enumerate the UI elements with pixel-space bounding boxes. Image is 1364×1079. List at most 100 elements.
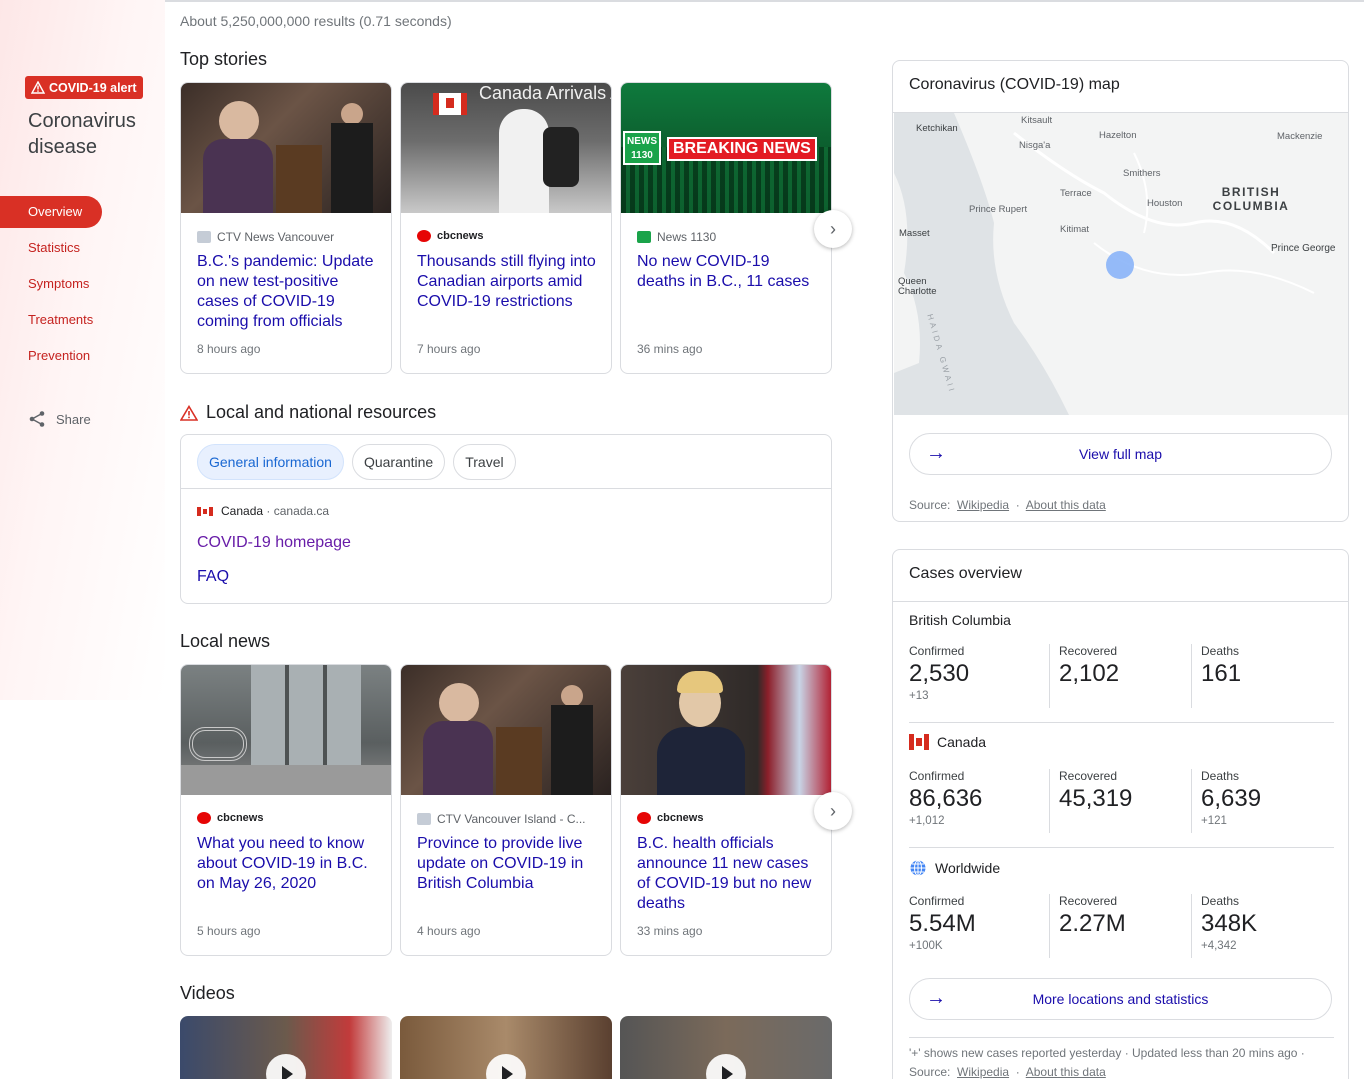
faq-link[interactable]: FAQ bbox=[197, 568, 229, 586]
news-thumbnail bbox=[181, 665, 391, 795]
nav-statistics[interactable]: Statistics bbox=[0, 232, 165, 264]
tab-general-information[interactable]: General information bbox=[197, 444, 344, 480]
cbc-logo-icon bbox=[637, 812, 651, 824]
news-headline[interactable]: What you need to know about COVID-19 in … bbox=[197, 834, 379, 894]
divider bbox=[181, 488, 831, 489]
canada-flag-icon bbox=[197, 506, 213, 516]
confirmed-value: 2,530 bbox=[909, 660, 970, 687]
nav-prevention[interactable]: Prevention bbox=[0, 340, 165, 372]
video-card[interactable] bbox=[400, 1016, 612, 1079]
news-thumbnail: NEWS 1130 BREAKING NEWS bbox=[621, 83, 831, 213]
map-label: Ketchikan bbox=[916, 123, 958, 134]
map-label: Prince George bbox=[1271, 243, 1336, 254]
news-card[interactable]: CTV News Vancouver B.C.'s pandemic: Upda… bbox=[180, 82, 392, 374]
videos-carousel bbox=[180, 1016, 832, 1079]
confirmed-label: Confirmed bbox=[909, 644, 965, 658]
covid-map[interactable]: Kitsault Ketchikan Nisga'a Hazelton Mack… bbox=[894, 113, 1348, 415]
cbc-logo-icon bbox=[417, 230, 431, 242]
top-stories-carousel: CTV News Vancouver B.C.'s pandemic: Upda… bbox=[180, 82, 832, 374]
resource-tabs: General information Quarantine Travel bbox=[197, 444, 516, 480]
video-card[interactable] bbox=[620, 1016, 832, 1079]
divider bbox=[1191, 644, 1192, 708]
divider bbox=[893, 601, 1348, 602]
news-source: News 1130 bbox=[637, 230, 822, 244]
news-card[interactable]: cbcnews What you need to know about COVI… bbox=[180, 664, 392, 956]
stats-british-columbia: Confirmed 2,530 +13 Recovered 2,102 Deaths 1… bbox=[909, 644, 1334, 708]
news-headline[interactable]: No new COVID-19 deaths in B.C., 11 cases bbox=[637, 252, 819, 292]
news-source: cbcnews bbox=[417, 230, 602, 242]
divider bbox=[909, 1037, 1334, 1038]
cases-source-line: Source: Wikipedia · About this data bbox=[909, 1065, 1106, 1079]
news-time: 8 hours ago bbox=[197, 342, 261, 356]
top-stories-next-button[interactable]: › bbox=[814, 210, 852, 248]
view-full-map-button[interactable]: → View full map bbox=[909, 433, 1332, 475]
deaths-value: 6,639 bbox=[1201, 785, 1262, 812]
news-source: CTV News Vancouver bbox=[197, 230, 382, 244]
covid-alert-badge: COVID-19 alert bbox=[25, 76, 143, 99]
news-card[interactable]: Canada Arrivals Arrivées Canada cbcnews … bbox=[400, 82, 612, 374]
image-sign-text: Canada Arrivals Arrivées Canada bbox=[479, 83, 611, 103]
divider bbox=[909, 847, 1334, 848]
map-source-line: Source: Wikipedia · About this data bbox=[909, 498, 1106, 512]
nav-symptoms[interactable]: Symptoms bbox=[0, 268, 165, 300]
news-card[interactable]: NEWS 1130 BREAKING NEWS News 1130 No new… bbox=[620, 82, 832, 374]
deaths-change: +121 bbox=[1201, 815, 1227, 827]
region-worldwide: Worldwide bbox=[909, 859, 1000, 877]
region-canada: Canada bbox=[909, 734, 986, 750]
map-label: Kitsault bbox=[1021, 115, 1053, 126]
map-label: Kitimat bbox=[1060, 224, 1090, 235]
news-headline[interactable]: Province to provide live update on COVID… bbox=[417, 834, 599, 894]
news-headline[interactable]: B.C.'s pandemic: Update on new test-posi… bbox=[197, 252, 379, 332]
map-label: Hazelton bbox=[1099, 130, 1137, 141]
news-time: 7 hours ago bbox=[417, 342, 481, 356]
chevron-right-icon: › bbox=[830, 800, 836, 821]
play-icon bbox=[486, 1054, 526, 1079]
news-time: 5 hours ago bbox=[197, 924, 261, 938]
covid-homepage-link[interactable]: COVID-19 homepage bbox=[197, 534, 351, 552]
ctv-logo-icon bbox=[417, 813, 431, 825]
news-card[interactable]: CTV Vancouver Island - C... Province to … bbox=[400, 664, 612, 956]
recovered-label: Recovered bbox=[1059, 769, 1118, 783]
map-label: Mackenzie bbox=[1277, 131, 1323, 142]
warning-icon bbox=[180, 404, 198, 421]
recovered-label: Recovered bbox=[1059, 894, 1118, 908]
play-icon bbox=[706, 1054, 746, 1079]
top-stories-heading: Top stories bbox=[180, 49, 268, 69]
news-thumbnail bbox=[401, 665, 611, 795]
news-headline[interactable]: Thousands still flying into Canadian air… bbox=[417, 252, 599, 312]
deaths-label: Deaths bbox=[1201, 644, 1240, 658]
about-data-link[interactable]: About this data bbox=[1026, 1065, 1106, 1079]
deaths-label: Deaths bbox=[1201, 894, 1240, 908]
more-locations-label: More locations and statistics bbox=[1032, 991, 1209, 1007]
wikipedia-link[interactable]: Wikipedia bbox=[957, 498, 1009, 512]
news-headline[interactable]: B.C. health officials announce 11 new ca… bbox=[637, 834, 819, 914]
chevron-right-icon: › bbox=[830, 218, 836, 239]
tab-travel[interactable]: Travel bbox=[453, 444, 516, 480]
deaths-value: 161 bbox=[1201, 660, 1242, 687]
local-news-heading: Local news bbox=[180, 631, 271, 651]
news-thumbnail bbox=[621, 665, 831, 795]
divider bbox=[1049, 644, 1050, 708]
news-card[interactable]: cbcnews B.C. health officials announce 1… bbox=[620, 664, 832, 956]
share-button[interactable]: Share bbox=[28, 410, 91, 428]
video-card[interactable] bbox=[180, 1016, 392, 1079]
canada-flag-icon bbox=[909, 734, 929, 750]
news-source: cbcnews bbox=[637, 812, 822, 824]
wikipedia-link[interactable]: Wikipedia bbox=[957, 1065, 1009, 1079]
recovered-value: 2.27M bbox=[1059, 910, 1126, 937]
breaking-news-banner: BREAKING NEWS bbox=[667, 137, 817, 161]
local-news-next-button[interactable]: › bbox=[814, 792, 852, 830]
confirmed-change: +100K bbox=[909, 940, 943, 952]
case-marker[interactable] bbox=[1106, 251, 1134, 279]
nav-overview[interactable]: Overview bbox=[0, 196, 102, 228]
view-full-map-label: View full map bbox=[1078, 446, 1162, 462]
confirmed-change: +1,012 bbox=[909, 815, 945, 827]
share-icon bbox=[29, 411, 45, 427]
map-card-title: Coronavirus (COVID-19) map bbox=[909, 76, 1120, 93]
nav-treatments[interactable]: Treatments bbox=[0, 304, 165, 336]
tab-quarantine[interactable]: Quarantine bbox=[351, 444, 446, 480]
confirmed-change: +13 bbox=[909, 690, 929, 702]
more-locations-button[interactable]: → More locations and statistics bbox=[909, 978, 1332, 1020]
about-data-link[interactable]: About this data bbox=[1026, 498, 1106, 512]
divider bbox=[1049, 894, 1050, 958]
